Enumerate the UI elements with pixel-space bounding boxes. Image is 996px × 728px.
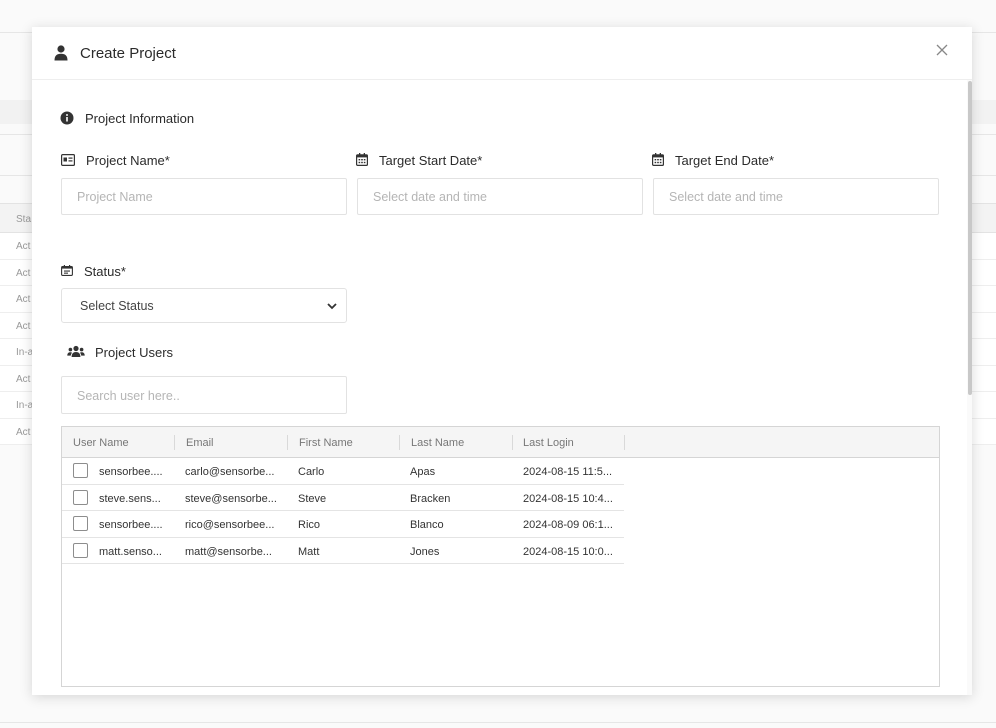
column-resize-handle[interactable] xyxy=(287,435,288,450)
column-header-user-name[interactable]: User Name xyxy=(73,437,129,449)
status-select[interactable]: Select Status xyxy=(61,288,347,323)
cell-user-name: steve.sens... xyxy=(99,492,161,505)
column-resize-handle[interactable] xyxy=(624,435,625,450)
column-resize-handle[interactable] xyxy=(399,435,400,450)
cell-first-name: Carlo xyxy=(298,466,325,478)
calendar-icon xyxy=(652,153,664,166)
cell-email: matt@sensorbe... xyxy=(185,545,272,558)
target-start-date-label: Target Start Date* xyxy=(379,153,483,168)
status-label: Status* xyxy=(84,264,126,279)
scrollbar-thumb[interactable] xyxy=(968,81,972,395)
cell-user-name: matt.senso... xyxy=(99,545,162,558)
column-resize-handle[interactable] xyxy=(512,435,513,450)
cell-user-name: sensorbee.... xyxy=(99,519,163,531)
chevron-down-icon xyxy=(327,303,337,310)
project-users-heading: Project Users xyxy=(95,345,174,360)
user-icon xyxy=(54,45,68,61)
target-end-date-input[interactable]: Select date and time xyxy=(653,178,939,215)
modal-title: Create Project xyxy=(80,45,176,62)
column-header-first-name[interactable]: First Name xyxy=(299,437,353,449)
cell-last-login: 2024-08-15 11:5... xyxy=(523,466,613,478)
calendar-icon xyxy=(356,153,368,166)
cell-email: carlo@sensorbe... xyxy=(185,466,275,478)
status-selected-value: Select Status xyxy=(80,299,154,313)
column-header-email[interactable]: Email xyxy=(186,437,214,449)
column-header-last-login[interactable]: Last Login xyxy=(523,437,574,449)
column-resize-handle[interactable] xyxy=(174,435,175,450)
target-end-date-label: Target End Date* xyxy=(675,153,775,168)
calendar-check-icon xyxy=(61,265,73,276)
row-select-checkbox[interactable] xyxy=(73,489,88,505)
table-row[interactable]: sensorbee.... carlo@sensorbe... Carlo Apas 2… xyxy=(62,458,624,485)
project-name-input[interactable]: Project Name xyxy=(61,178,347,215)
cell-email: steve@sensorbe... xyxy=(185,492,277,505)
users-icon xyxy=(67,345,85,357)
column-header-last-name[interactable]: Last Name xyxy=(411,437,464,449)
row-select-checkbox[interactable] xyxy=(73,542,88,558)
cell-last-name: Apas xyxy=(410,466,436,478)
table-row[interactable]: steve.sens... steve@sensorbe... Steve Brack… xyxy=(62,485,624,511)
project-name-label: Project Name* xyxy=(86,153,170,168)
cell-email: rico@sensorbee... xyxy=(185,519,275,531)
cell-user-name: sensorbee.... xyxy=(99,466,163,478)
project-users-grid: User Name Email First Name Last Name Las… xyxy=(61,426,940,687)
cell-last-login: 2024-08-15 10:4... xyxy=(523,492,613,505)
row-select-checkbox[interactable] xyxy=(73,463,88,478)
grid-header: User Name Email First Name Last Name Las… xyxy=(62,427,939,458)
info-circle-icon xyxy=(60,111,74,125)
create-project-modal: Create Project Project Information Proje… xyxy=(32,27,972,695)
modal-header: Create Project xyxy=(32,27,972,80)
id-card-icon xyxy=(61,154,75,166)
table-row[interactable]: matt.senso... matt@sensorbe... Matt Jones 20… xyxy=(62,538,624,564)
background-divider xyxy=(0,722,996,723)
project-information-heading: Project Information xyxy=(85,111,195,126)
table-row[interactable]: sensorbee.... rico@sensorbee... Rico Blanco… xyxy=(62,511,624,538)
cell-last-name: Bracken xyxy=(410,492,451,505)
target-start-date-input[interactable]: Select date and time xyxy=(357,178,643,215)
cell-first-name: Matt xyxy=(298,545,320,558)
cell-last-login: 2024-08-09 06:1... xyxy=(523,519,613,531)
cell-last-login: 2024-08-15 10:0... xyxy=(523,545,613,558)
row-select-checkbox[interactable] xyxy=(73,516,88,531)
close-icon[interactable] xyxy=(934,41,950,59)
user-search-input[interactable]: Search user here.. xyxy=(61,376,347,414)
cell-last-name: Jones xyxy=(410,545,440,558)
cell-first-name: Steve xyxy=(298,492,327,505)
cell-last-name: Blanco xyxy=(410,519,444,531)
cell-first-name: Rico xyxy=(298,519,321,531)
